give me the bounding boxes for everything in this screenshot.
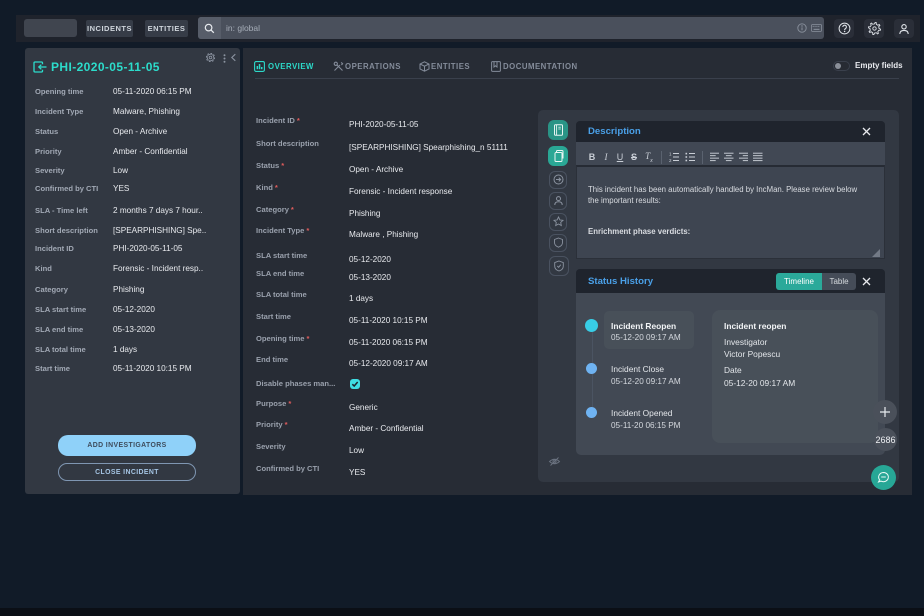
svg-text:1: 1 [669, 152, 672, 157]
svg-text:2: 2 [669, 158, 672, 162]
